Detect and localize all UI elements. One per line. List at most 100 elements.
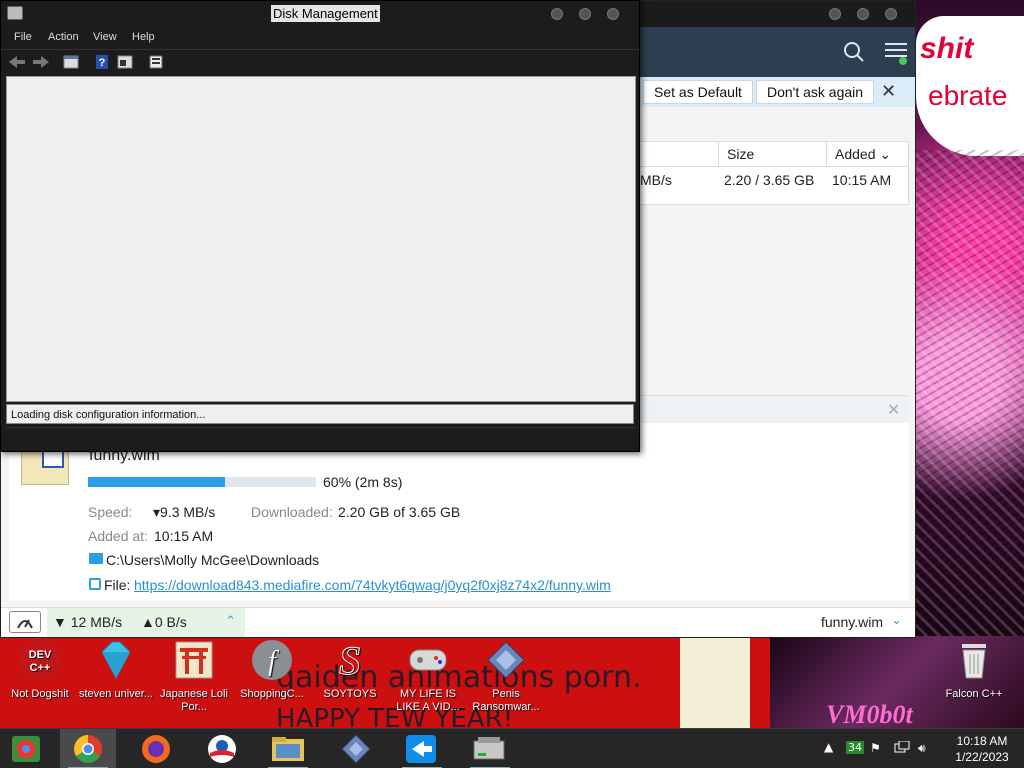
teamviewer-icon[interactable] [394,729,450,768]
desktop-icon-ransomware[interactable]: Penis Ransomwar... [468,636,544,714]
chevron-down-icon[interactable]: ⌄ [891,613,902,628]
disk-management-window: Disk Management File Action View Help ? … [0,0,640,452]
table-cell-speed: MB/s [640,172,672,188]
desktop-icon-label: ShoppingC... [240,688,304,700]
obama-logo-icon[interactable] [194,729,250,768]
external-link-icon [89,578,101,590]
speed-value: ▾9.3 MB/s [153,504,216,520]
desktop-icon-label: Penis Ransomwar... [472,688,540,713]
progress-fill [88,477,225,487]
flag-icon[interactable]: ⚑ [870,741,881,755]
upload-speed: ▲0 B/s [141,614,187,630]
status-dot [899,57,907,65]
table-cell-size: 2.20 / 3.65 GB [724,172,815,188]
wallpaper-text: ebrate [928,80,1008,111]
network-icon[interactable] [894,740,910,758]
desktop-icon-soytoys[interactable]: S SOYTOYS [312,636,388,701]
table-cell-added: 10:15 AM [832,172,892,188]
disk-management-content [6,76,636,402]
desktop-icon-steven-universe[interactable]: steven univer... [78,636,154,701]
progress-text: 60% (2m 8s) [323,474,403,490]
window-title: Disk Management [271,5,380,22]
dev-cpp-icon: DEV C++ [18,638,62,682]
svg-text:?: ? [99,57,106,69]
speed-label: Speed: [88,504,133,520]
menu-bar: File Action View Help [1,27,639,49]
clock-date: 1/22/2023 [955,750,1009,764]
close-icon[interactable]: ✕ [881,81,896,102]
close-button[interactable] [885,8,897,20]
torii-icon [172,638,216,682]
diamond-icon [94,638,138,682]
taskbar: ▲ 34 ⚑ 🔊︎ 10:18 AM 1/22/2023 [0,728,1024,768]
desktop-icon-my-life[interactable]: MY LIFE IS LIKE A VID... [390,636,466,714]
minimize-button[interactable] [551,8,563,20]
current-file[interactable]: funny.wim [821,614,883,630]
properties-icon[interactable] [117,55,133,69]
menu-file[interactable]: File [14,31,32,43]
menu-action[interactable]: Action [48,31,79,43]
help-icon[interactable]: ? [95,55,111,69]
clock[interactable]: 10:18 AM 1/22/2023 [944,733,1020,765]
chrome-icon[interactable] [60,729,116,768]
menu-help[interactable]: Help [132,31,155,43]
disk-management-icon [7,6,23,20]
desktop-icon-falcon[interactable]: Falcon C++ [936,636,1012,701]
flash-icon: f [250,638,294,682]
column-header-size[interactable]: Size [718,142,826,166]
speed-limiter-icon[interactable] [9,611,41,633]
disk-settings-icon[interactable] [149,55,165,69]
recycle-bin-icon [952,638,996,682]
status-bar [6,427,636,449]
downloaded-value: 2.20 GB of 3.65 GB [338,504,461,520]
wallpaper-paper [680,636,750,728]
forward-arrow-icon[interactable] [33,55,49,69]
speed-summary[interactable]: ▼ 12 MB/s ▲0 B/s ⌃ [47,608,245,637]
setup-icon[interactable] [328,729,384,768]
svg-text:C++: C++ [30,662,51,674]
menu-view[interactable]: View [93,31,117,43]
status-text: Loading disk configuration information..… [6,404,634,424]
back-arrow-icon[interactable] [9,55,25,69]
maximize-button[interactable] [579,8,591,20]
show-hide-tree-icon[interactable] [63,55,79,69]
set-default-button[interactable]: Set as Default [643,80,753,104]
added-value: 10:15 AM [154,528,214,544]
column-header-added[interactable]: Added ⌄ [826,142,910,166]
desktop-icon-label: Japanese Loli Por... [160,688,228,713]
file-explorer-icon[interactable] [260,729,316,768]
volume-icon[interactable]: 🔊︎ [918,741,926,756]
downloaded-label: Downloaded: [251,504,333,520]
maximize-button[interactable] [857,8,869,20]
download-path[interactable]: C:\Users\Molly McGee\Downloads [106,552,319,568]
desktop-icon-label: Falcon C++ [945,688,1003,700]
progress-bar [88,477,316,487]
svg-text:DEV: DEV [29,649,52,661]
close-button[interactable] [607,8,619,20]
dont-ask-again-button[interactable]: Don't ask again [756,80,875,104]
added-label: Added at: [88,528,148,544]
tray-badge[interactable]: 34 [846,741,864,754]
search-icon[interactable] [843,41,865,63]
chevron-up-icon[interactable]: ⌃ [225,614,236,629]
wallpaper-text: shit [920,32,974,65]
disk-management-icon[interactable] [462,729,518,768]
window-titlebar[interactable]: Disk Management [1,1,639,27]
desktop-icon-label: MY LIFE IS LIKE A VID... [396,688,460,713]
file-url-link[interactable]: https://download843.mediafire.com/74tvky… [134,577,611,593]
desktop-icon-shopping[interactable]: f ShoppingC... [234,636,310,701]
wallpaper-confetti [916,150,1024,640]
setup-icon [484,638,528,682]
close-details-icon[interactable]: ✕ [887,400,900,419]
clock-time: 10:18 AM [956,734,1008,748]
firefox-icon[interactable] [128,729,184,768]
status-bar: ▼ 12 MB/s ▲0 B/s ⌃ funny.wim ⌄ [1,607,915,637]
chrome-remote-icon[interactable] [0,729,56,768]
show-hidden-icons-icon[interactable]: ▲ [824,740,833,754]
toolbar: ? [1,49,639,73]
folder-icon [89,553,103,564]
desktop-icon-not-dogshit[interactable]: DEV C++ Not Dogshit [2,636,78,701]
minimize-button[interactable] [829,8,841,20]
desktop-icon-japanese[interactable]: Japanese Loli Por... [156,636,232,714]
file-label: File: [104,577,131,593]
